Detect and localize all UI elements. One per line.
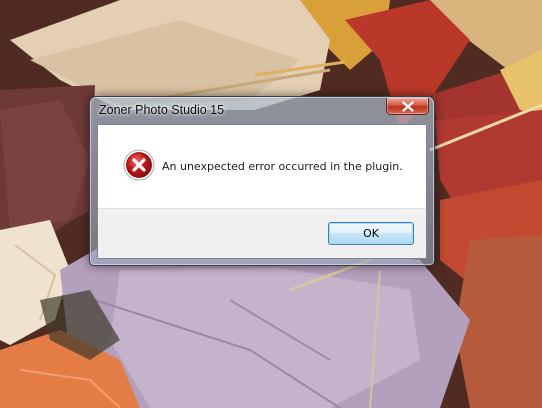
close-button[interactable] (386, 98, 429, 115)
error-icon (123, 149, 155, 181)
button-panel: OK (98, 208, 426, 258)
dialog-titlebar[interactable]: Zoner Photo Studio 15 (90, 97, 434, 123)
dialog-body: An unexpected error occurred in the plug… (97, 124, 427, 259)
error-dialog: Zoner Photo Studio 15 An unexpected erro… (89, 96, 435, 266)
ok-button[interactable]: OK (328, 222, 414, 245)
error-message: An unexpected error occurred in the plug… (162, 160, 403, 173)
dialog-title: Zoner Photo Studio 15 (99, 103, 225, 117)
message-area: An unexpected error occurred in the plug… (98, 125, 426, 210)
close-icon (401, 100, 414, 112)
ok-button-label: OK (363, 227, 379, 240)
